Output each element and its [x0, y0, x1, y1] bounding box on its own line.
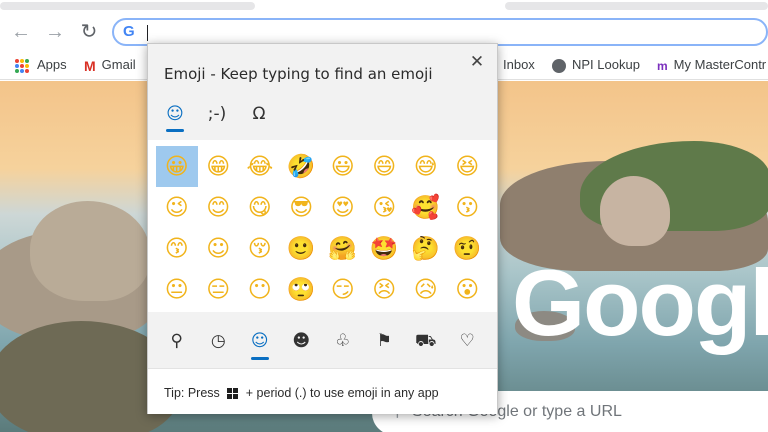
background-rock	[30, 201, 150, 301]
emoji-cell[interactable]: 😙	[156, 228, 198, 269]
emoji-cell[interactable]: 😘	[364, 187, 406, 228]
bookmark-mastercontrol[interactable]: m My MasterContr	[657, 56, 766, 74]
apps-grid-icon	[15, 58, 29, 73]
emoji-grid: 😀 😁 😂 🤣 😃 😄 😅 😆 😉 😊 😋 😎 😍 😘 🥰 😗 😙 ☺ 😚 🙂 🤗 🤩 🤔 🤨 😐 😑 😶 🙄 😏 😣 😥 😮	[156, 146, 488, 310]
food-tab[interactable]: ⚑	[364, 326, 406, 360]
bookmark-apps[interactable]: Apps	[15, 56, 67, 74]
emoji-cell[interactable]: 😀	[156, 146, 198, 187]
people-tab[interactable]: ☻	[281, 326, 323, 360]
emoji-cell[interactable]: 😏	[322, 269, 364, 310]
address-bar[interactable]: G	[112, 18, 768, 46]
browser-tab[interactable]	[0, 2, 255, 10]
emoji-cell[interactable]: 🤨	[447, 228, 489, 269]
google-logo: Google	[512, 250, 768, 355]
emoji-cell[interactable]: 😗	[447, 187, 489, 228]
reload-icon[interactable]: ↻	[76, 20, 102, 44]
emoji-cell[interactable]: 😐	[156, 269, 198, 310]
emoji-panel-title: Emoji - Keep typing to find an emoji	[164, 65, 433, 83]
heart-tab[interactable]: ♡	[447, 326, 489, 360]
emoji-cell[interactable]: 😥	[405, 269, 447, 310]
bookmark-label: My MasterContr	[673, 57, 767, 72]
globe-icon	[552, 58, 566, 73]
emoji-cell[interactable]: 😁	[198, 146, 240, 187]
windows-key-icon	[227, 388, 239, 400]
tip-suffix: + period (.) to use emoji in any app	[245, 386, 439, 400]
emoji-cell[interactable]: 🤔	[405, 228, 447, 269]
emoji-cell[interactable]: 😣	[364, 269, 406, 310]
emoji-cell[interactable]: 🤩	[364, 228, 406, 269]
emoji-cell[interactable]: 🤗	[322, 228, 364, 269]
emoji-cell[interactable]: 😑	[198, 269, 240, 310]
emoji-cell[interactable]: 😍	[322, 187, 364, 228]
emoji-panel: Emoji - Keep typing to find an emoji ✕ ☺…	[147, 43, 498, 414]
celebration-tab[interactable]: ♧	[322, 326, 364, 360]
emoji-cell[interactable]: 😄	[364, 146, 406, 187]
emoji-cell[interactable]: 😃	[322, 146, 364, 187]
emoji-cell[interactable]: 🙄	[281, 269, 323, 310]
emoji-cell[interactable]: 😚	[239, 228, 281, 269]
tab-strip	[0, 0, 768, 14]
emoji-cell[interactable]: 😊	[198, 187, 240, 228]
emoji-cell[interactable]: 😅	[405, 146, 447, 187]
bookmark-npi-lookup[interactable]: NPI Lookup	[552, 56, 640, 74]
bookmark-gmail[interactable]: M Gmail	[84, 56, 136, 74]
bookmark-label: NPI Lookup	[572, 57, 640, 72]
emoji-cell[interactable]: 😋	[239, 187, 281, 228]
emoji-cell[interactable]: 😮	[447, 269, 489, 310]
emoji-group-tabs: ⚲ ◷ ☺ ☻ ♧ ⚑ ⛟ ♡	[156, 326, 491, 360]
emoji-cell[interactable]: ☺	[198, 228, 240, 269]
text-caret	[147, 25, 148, 41]
emoji-cell[interactable]: 😎	[281, 187, 323, 228]
emoji-tab[interactable]: ☺	[160, 102, 190, 132]
bookmark-label: Apps	[37, 57, 67, 72]
emoji-cell[interactable]: 😆	[447, 146, 489, 187]
google-g-icon: G	[123, 23, 135, 40]
mastercontrol-icon: m	[657, 58, 668, 73]
smiley-tab[interactable]: ☺	[239, 326, 281, 360]
tip-prefix: Tip: Press	[164, 386, 220, 400]
tip-text: Tip: Press + period (.) to use emoji in …	[164, 386, 439, 400]
emoji-grid-area: 😀 😁 😂 🤣 😃 😄 😅 😆 😉 😊 😋 😎 😍 😘 🥰 😗 😙 ☺ 😚 🙂 🤗 🤩 🤔 🤨 😐 😑 😶 🙄 😏 😣 😥 😮	[148, 140, 497, 312]
emoji-cell[interactable]: 😉	[156, 187, 198, 228]
symbols-tab[interactable]: Ω	[244, 102, 274, 128]
back-arrow-icon[interactable]: ←	[8, 20, 34, 44]
forward-arrow-icon[interactable]: →	[42, 20, 68, 44]
emoji-cell[interactable]: 🙂	[281, 228, 323, 269]
emoji-cell[interactable]: 😂	[239, 146, 281, 187]
bookmark-label: Gmail	[101, 57, 136, 72]
background-rock	[600, 176, 670, 246]
tip-bar: Tip: Press + period (.) to use emoji in …	[148, 368, 497, 414]
emoji-cell[interactable]: 🥰	[405, 187, 447, 228]
recent-tab[interactable]: ◷	[198, 326, 240, 360]
search-tab[interactable]: ⚲	[156, 326, 198, 360]
bookmark-inbox[interactable]: Inbox	[503, 56, 535, 74]
kaomoji-tab[interactable]: ;-)	[202, 102, 232, 128]
browser-tab[interactable]	[505, 2, 768, 10]
gmail-icon: M	[84, 57, 96, 74]
emoji-cell[interactable]: 😶	[239, 269, 281, 310]
emoji-cell[interactable]: 🤣	[281, 146, 323, 187]
close-icon[interactable]: ✕	[467, 52, 487, 72]
transport-tab[interactable]: ⛟	[405, 326, 447, 360]
bookmark-label: Inbox	[503, 57, 535, 72]
